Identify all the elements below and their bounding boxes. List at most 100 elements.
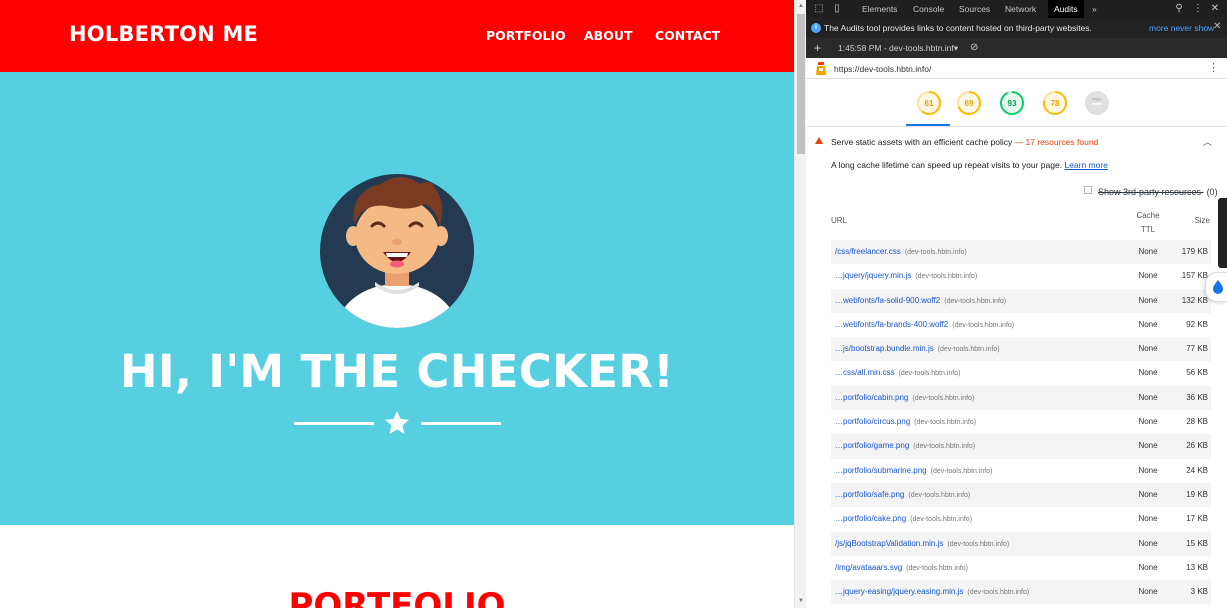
gauge-pwa[interactable]: PWA [1084,90,1110,116]
cell-url[interactable]: …portfolio/submarine.png (dev-tools.hbtn.… [835,466,992,475]
inspect-element-icon[interactable]: ⬚ [812,2,826,16]
nav-link-contact[interactable]: CONTACT [655,28,720,43]
table-row[interactable]: …portfolio/cake.png (dev-tools.hbtn.info)… [831,507,1211,531]
cell-url-path[interactable]: …portfolio/submarine.png [835,466,927,475]
water-drop-extension-button[interactable] [1205,272,1227,302]
table-row[interactable]: …jquery/jquery.min.js (dev-tools.hbtn.inf… [831,264,1211,288]
table-row[interactable]: /js/jqBootstrapValidation.min.js (dev-too… [831,531,1211,556]
cell-url-path[interactable]: …js/bootstrap.bundle.min.js [835,344,934,353]
cell-url-path[interactable]: …portfolio/circus.png [835,417,910,426]
audit-title-line: Serve static assets with an efficient ca… [831,137,1098,147]
cell-size: 28 KB [1186,417,1208,427]
cell-cache-ttl: None [1138,368,1158,378]
cell-url[interactable]: …webfonts/fa-solid-900.woff2 (dev-tools.h… [835,296,1006,305]
table-row[interactable]: …portfolio/submarine.png (dev-tools.hbtn.… [831,459,1211,483]
tab-console[interactable]: Console [913,0,944,18]
cell-url[interactable]: …portfolio/game.png (dev-tools.hbtn.info) [835,441,975,450]
cell-url-path[interactable]: …jquery/jquery.min.js [835,271,911,280]
cell-url[interactable]: …js/bootstrap.bundle.min.js (dev-tools.hb… [835,344,1000,353]
cell-url-path[interactable]: …jquery-easing/jquery.easing.min.js [835,587,963,596]
column-header-ttl: TTL [1140,225,1156,234]
cell-size: 36 KB [1186,392,1208,402]
cell-url-path[interactable]: …webfonts/fa-solid-900.woff2 [835,296,940,305]
third-party-label: Show 3rd-party resources (0) [1098,187,1218,197]
nav-link-about[interactable]: ABOUT [584,28,633,43]
cell-cache-ttl: None [1138,538,1158,548]
site-brand[interactable]: HOLBERTON ME [69,22,258,46]
cell-size: 15 KB [1186,538,1208,548]
audits-toolbar: + 1:45:58 PM - dev-tools.hbtn.inf▾ ⊘ [806,38,1227,58]
scroll-up-arrow-icon[interactable]: ▲ [798,3,804,9]
cell-url-path[interactable]: /css/freelancer.css [835,247,901,256]
collapse-chevron-icon[interactable]: ︿ [1203,135,1212,148]
page-scrollbar[interactable]: ▲ ▼ [794,0,806,608]
table-row[interactable]: …portfolio/safe.png (dev-tools.hbtn.info)… [831,482,1211,508]
cell-url-path[interactable]: …css/all.min.css [835,368,895,377]
gauge-seo[interactable]: 78 [1042,90,1068,116]
cell-cache-ttl: None [1138,392,1158,402]
scroll-down-arrow-icon[interactable]: ▼ [798,598,804,604]
table-row[interactable]: …portfolio/cabin.png (dev-tools.hbtn.info… [831,385,1211,411]
info-close-icon[interactable]: ✕ [1213,21,1221,32]
cell-url-host: (dev-tools.hbtn.info) [904,249,967,256]
table-row[interactable]: /css/freelancer.css (dev-tools.hbtn.info)… [831,240,1211,265]
cell-url-path[interactable]: …portfolio/cake.png [835,514,906,523]
cell-url[interactable]: …portfolio/cake.png (dev-tools.hbtn.info) [835,514,972,523]
dock-side-icon[interactable]: ⚲ [1172,2,1186,16]
gauge-performance[interactable]: 61 [916,90,942,116]
table-row[interactable]: …portfolio/game.png (dev-tools.hbtn.info)… [831,434,1211,459]
audit-cache-policy-header[interactable]: Serve static assets with an efficient ca… [806,132,1227,152]
device-toolbar-icon[interactable]: ▯ [830,2,844,16]
tab-network[interactable]: Network [1005,0,1036,18]
page-scroll-thumb[interactable] [797,14,805,154]
third-party-checkbox[interactable]: Show 3rd-party resources (0) [1084,186,1218,197]
table-row[interactable]: /img/avataaars.svg (dev-tools.hbtn.info) N… [831,556,1211,580]
cell-url[interactable]: …portfolio/circus.png (dev-tools.hbtn.inf… [835,417,976,426]
audited-url-bar: https://dev-tools.hbtn.info/ ⋮ [806,58,1227,79]
clear-reports-icon[interactable]: ⊘ [970,42,978,53]
cell-url-path[interactable]: …webfonts/fa-brands-400.woff2 [835,320,948,329]
report-menu-icon[interactable]: ⋮ [1208,61,1219,74]
cell-url-path[interactable]: /js/jqBootstrapValidation.min.js [835,539,943,548]
cell-url-path[interactable]: …portfolio/game.png [835,441,909,450]
cell-url[interactable]: /img/avataaars.svg (dev-tools.hbtn.info) [835,563,968,572]
cell-url[interactable]: …webfonts/fa-brands-400.woff2 (dev-tools.… [835,320,1014,329]
gauge-accessibility[interactable]: 69 [956,90,982,116]
cell-url[interactable]: …jquery/jquery.min.js (dev-tools.hbtn.inf… [835,271,977,280]
new-audit-plus-icon[interactable]: + [814,41,821,55]
cell-url[interactable]: …portfolio/cabin.png (dev-tools.hbtn.info… [835,393,974,402]
cell-size: 13 KB [1186,562,1208,572]
cell-url[interactable]: /js/jqBootstrapValidation.min.js (dev-too… [835,539,1009,548]
cell-url[interactable]: …jquery-easing/jquery.easing.min.js (dev-… [835,587,1029,596]
lighthouse-logo-icon [816,62,826,75]
table-row[interactable]: …portfolio/circus.png (dev-tools.hbtn.inf… [831,410,1211,434]
kebab-menu-icon[interactable]: ⋮ [1191,2,1205,16]
info-bar-links[interactable]: more never show [1149,23,1214,33]
report-selector[interactable]: 1:45:58 PM - dev-tools.hbtn.inf▾ [838,43,958,54]
water-drop-icon [1213,280,1223,294]
side-panel-tab[interactable] [1218,198,1227,268]
cell-url-path[interactable]: …portfolio/safe.png [835,490,904,499]
cell-url-path[interactable]: /img/avataaars.svg [835,563,902,572]
tab-audits[interactable]: Audits [1048,0,1084,18]
cell-cache-ttl: None [1138,271,1158,281]
table-row[interactable]: …css/all.min.css (dev-tools.hbtn.info) Non… [831,361,1211,385]
more-tabs-icon[interactable]: » [1092,0,1097,18]
cell-url[interactable]: …css/all.min.css (dev-tools.hbtn.info) [835,368,960,377]
table-row[interactable]: …js/bootstrap.bundle.min.js (dev-tools.hb… [831,337,1211,362]
audit-dash: — [1014,137,1024,147]
cell-url-path[interactable]: …portfolio/cabin.png [835,393,908,402]
cell-url[interactable]: /css/freelancer.css (dev-tools.hbtn.info) [835,247,967,256]
close-devtools-icon[interactable]: ✕ [1208,2,1222,16]
nav-link-portfolio[interactable]: PORTFOLIO [486,28,566,43]
tab-elements[interactable]: Elements [862,0,897,18]
cell-url-host: (dev-tools.hbtn.info) [967,589,1030,597]
table-row[interactable]: …webfonts/fa-brands-400.woff2 (dev-tools.… [831,313,1211,337]
gauge-best-practices[interactable]: 93 [999,90,1025,116]
table-row[interactable]: …webfonts/fa-solid-900.woff2 (dev-tools.h… [831,288,1211,313]
table-row[interactable]: …jquery-easing/jquery.easing.min.js (dev-… [831,580,1211,605]
learn-more-link[interactable]: Learn more [1064,160,1107,170]
cell-size: 3 KB [1190,587,1208,597]
cell-url[interactable]: …portfolio/safe.png (dev-tools.hbtn.info) [835,490,970,499]
tab-sources[interactable]: Sources [959,0,990,18]
